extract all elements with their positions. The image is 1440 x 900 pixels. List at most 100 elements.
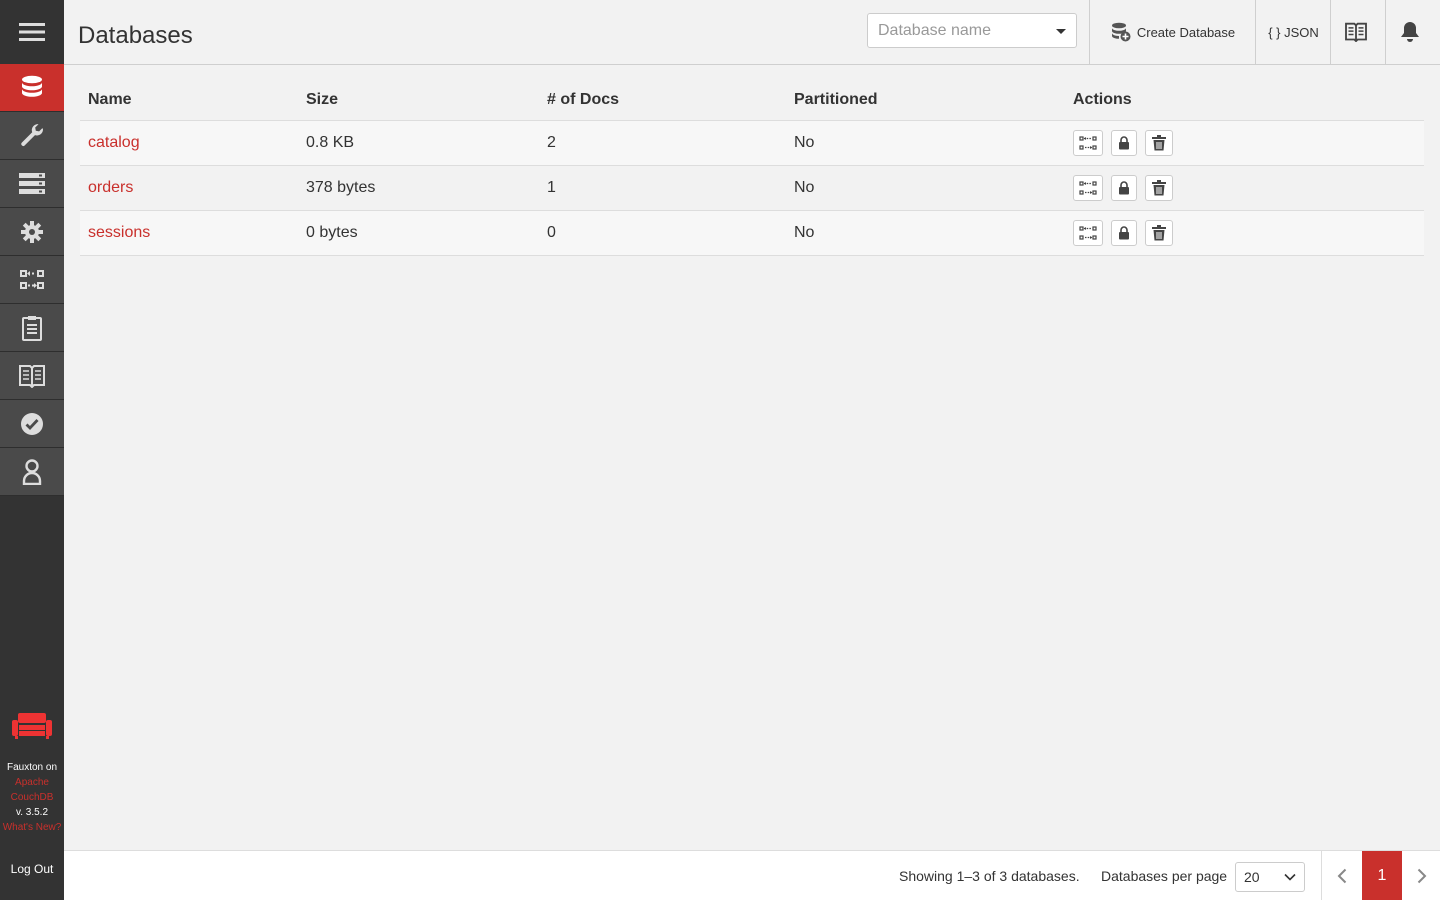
page-button-current[interactable]: 1 <box>1362 851 1402 900</box>
sidebar-item-active-tasks[interactable] <box>0 160 64 208</box>
column-header-partitioned: Partitioned <box>786 80 1065 121</box>
sidebar-item-documentation[interactable] <box>0 352 64 400</box>
db-name-cell: sessions <box>80 210 298 256</box>
sidebar-item-nodes[interactable] <box>0 304 64 352</box>
sidebar-item-user[interactable] <box>0 448 64 496</box>
db-docs-cell: 0 <box>539 210 786 256</box>
chevron-right-icon <box>1417 868 1427 884</box>
permissions-button[interactable] <box>1111 129 1137 156</box>
wrench-icon <box>21 123 43 146</box>
db-partitioned-cell: No <box>786 165 1065 211</box>
replicate-button[interactable] <box>1073 219 1103 246</box>
table-row: catalog 0.8 KB 2 No <box>80 120 1424 166</box>
database-icon <box>22 75 42 97</box>
sidebar-footer: Fauxton on Apache CouchDB v. 3.5.2 What'… <box>0 712 64 835</box>
db-link-sessions[interactable]: sessions <box>88 224 150 241</box>
documentation-button[interactable] <box>1330 0 1386 64</box>
table-row: sessions 0 bytes 0 No <box>80 210 1424 256</box>
db-docs-cell: 1 <box>539 165 786 211</box>
notifications-button[interactable] <box>1385 0 1440 64</box>
replication-icon <box>20 269 44 289</box>
permissions-button[interactable] <box>1111 219 1137 246</box>
database-search-input[interactable]: Database name <box>867 13 1077 48</box>
create-database-label: Create Database <box>1136 24 1236 40</box>
trash-icon <box>1152 134 1166 150</box>
db-partitioned-cell: No <box>786 210 1065 256</box>
db-actions-cell <box>1065 165 1424 211</box>
sidebar-item-databases[interactable] <box>0 64 64 112</box>
page-header: Databases Database name Create Database … <box>64 0 1440 65</box>
table-header-row: Name Size # of Docs Partitioned Actions <box>80 80 1424 121</box>
replicate-icon <box>1079 225 1097 240</box>
replicate-icon <box>1079 180 1097 195</box>
couchdb-link[interactable]: CouchDB <box>0 790 64 805</box>
fauxton-label: Fauxton on <box>6 762 58 773</box>
lock-icon <box>1119 225 1129 239</box>
db-docs-cell: 2 <box>539 120 786 166</box>
chevron-left-icon <box>1337 868 1347 884</box>
page-title: Databases <box>78 22 193 49</box>
json-button[interactable]: { } JSON <box>1255 0 1331 64</box>
db-name-cell: orders <box>80 165 298 211</box>
json-label: { } JSON <box>1268 24 1319 40</box>
column-header-size: Size <box>298 80 539 121</box>
version-label: v. 3.5.2 <box>15 807 49 818</box>
whats-new-link[interactable]: What's New? <box>0 820 64 835</box>
user-icon <box>22 458 42 485</box>
db-link-catalog[interactable]: catalog <box>88 134 140 151</box>
apache-link[interactable]: Apache <box>0 775 64 790</box>
per-page-select[interactable]: 20 <box>1235 862 1305 892</box>
databases-table: Name Size # of Docs Partitioned Actions … <box>80 80 1424 256</box>
next-page-button[interactable] <box>1402 851 1440 900</box>
check-circle-icon <box>21 412 43 435</box>
logout-button[interactable]: Log Out <box>0 862 64 876</box>
db-name-cell: catalog <box>80 120 298 166</box>
caret-down-icon <box>1056 29 1066 34</box>
replicate-button[interactable] <box>1073 174 1103 201</box>
delete-button[interactable] <box>1145 219 1173 246</box>
column-header-actions: Actions <box>1065 80 1424 121</box>
chevron-down-icon <box>1284 873 1296 881</box>
tasks-icon <box>19 172 45 194</box>
column-header-docs: # of Docs <box>539 80 786 121</box>
sidebar: Fauxton on Apache CouchDB v. 3.5.2 What'… <box>0 0 64 900</box>
sidebar-item-replication[interactable] <box>0 256 64 304</box>
notification-bell-icon <box>1401 22 1419 42</box>
trash-icon <box>1152 224 1166 240</box>
couchdb-logo <box>0 712 64 740</box>
per-page-value: 20 <box>1244 869 1260 885</box>
docs-book-icon <box>1344 22 1367 42</box>
replicate-button[interactable] <box>1073 129 1103 156</box>
database-search-placeholder: Database name <box>878 21 991 39</box>
lock-icon <box>1119 180 1129 194</box>
couch-icon <box>12 713 52 739</box>
table-row: orders 378 bytes 1 No <box>80 165 1424 211</box>
sidebar-item-verify[interactable] <box>0 400 64 448</box>
sidebar-item-setup[interactable] <box>0 112 64 160</box>
hamburger-icon <box>19 23 45 41</box>
permissions-button[interactable] <box>1111 174 1137 201</box>
pagination-footer: Showing 1–3 of 3 databases. Databases pe… <box>64 850 1440 900</box>
trash-icon <box>1152 179 1166 195</box>
create-database-button[interactable]: Create Database <box>1089 0 1256 64</box>
book-icon <box>19 364 45 388</box>
showing-count: Showing 1–3 of 3 databases. <box>899 868 1080 884</box>
pager: 1 <box>1321 851 1440 900</box>
sidebar-item-config[interactable] <box>0 208 64 256</box>
per-page-label: Databases per page <box>1101 868 1228 884</box>
replicate-icon <box>1079 135 1097 150</box>
clipboard-icon <box>22 315 42 341</box>
db-actions-cell <box>1065 120 1424 166</box>
column-header-name: Name <box>80 80 298 121</box>
delete-button[interactable] <box>1145 174 1173 201</box>
db-link-orders[interactable]: orders <box>88 179 133 196</box>
database-add-icon <box>1111 22 1131 42</box>
lock-icon <box>1119 135 1129 149</box>
delete-button[interactable] <box>1145 129 1173 156</box>
db-size-cell: 0.8 KB <box>298 120 539 166</box>
menu-toggle-button[interactable] <box>0 0 64 64</box>
db-size-cell: 0 bytes <box>298 210 539 256</box>
gear-icon <box>21 220 43 243</box>
previous-page-button[interactable] <box>1322 851 1362 900</box>
db-partitioned-cell: No <box>786 120 1065 166</box>
